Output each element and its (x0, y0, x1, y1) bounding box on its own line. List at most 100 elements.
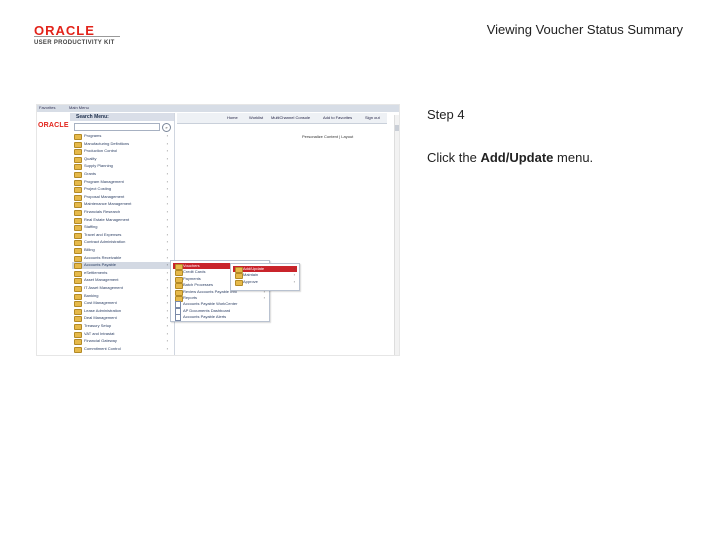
menu-item[interactable]: Programs › (72, 133, 170, 140)
folder-icon (74, 232, 82, 239)
main-menu-panel: Search Menu: » Programs › Manufacturing De… (70, 113, 175, 355)
folder-icon (235, 279, 243, 286)
menu-item-label: Programs (84, 133, 102, 138)
folder-icon (74, 248, 82, 254)
menu-item[interactable]: Commitment Control › (72, 346, 170, 353)
ap-submenu-item-label: Accounts Payable Alerts (183, 314, 227, 320)
ap-submenu-item[interactable]: AP Documents Dashboard (173, 307, 267, 315)
folder-icon (74, 270, 82, 277)
menu-item[interactable]: Manufacturing Definitions › (72, 141, 170, 148)
menu-item[interactable]: eSettlements › (72, 270, 170, 277)
chevron-right-icon: › (166, 300, 168, 306)
chevron-right-icon: › (166, 247, 168, 252)
vouchers-submenu-item[interactable]: Maintain › (233, 272, 297, 280)
search-go-icon[interactable]: » (162, 123, 171, 132)
folder-icon (74, 202, 82, 209)
chevron-right-icon: › (166, 231, 168, 237)
ap-submenu-item-label: Batch Processes (183, 282, 214, 288)
folder-icon (74, 308, 82, 315)
chevron-right-icon: › (293, 266, 295, 271)
menu-item[interactable]: Grants › (72, 171, 170, 178)
nav-add-favorites[interactable]: Add to Favorites (323, 115, 352, 120)
menu-item[interactable]: Maintenance Management › (72, 201, 170, 209)
menu-item-label: Production Control (84, 148, 118, 154)
ap-submenu-item[interactable]: Accounts Payable WorkCenter (173, 301, 267, 309)
scrollbar-thumb[interactable] (395, 125, 399, 131)
chevron-right-icon: › (166, 178, 168, 184)
menu-item[interactable]: VAT and Intrastat › (72, 331, 170, 338)
nav-home[interactable]: Home (227, 115, 238, 120)
folder-icon (74, 263, 82, 270)
nav-multichannel[interactable]: MultiChannel Console (271, 115, 310, 120)
folder-icon (74, 179, 82, 186)
menu-header: Search Menu: (70, 113, 174, 121)
ap-submenu-item[interactable]: Accounts Payable Alerts (173, 314, 267, 322)
chevron-right-icon: › (166, 216, 168, 222)
menu-item-label: Treasury Setup (84, 323, 112, 328)
chevron-right-icon: › (166, 330, 168, 336)
menu-item-label: Billing (84, 247, 95, 252)
folder-icon (74, 240, 82, 247)
menu-item[interactable]: Lease Administration › (72, 308, 170, 315)
folder-icon (74, 210, 82, 216)
menu-item[interactable]: Program Management › (72, 179, 170, 186)
menu-item-label: Lease Administration (84, 307, 122, 313)
logo-divider (34, 36, 120, 37)
ap-submenu-item-label: Credit Cards (183, 269, 206, 275)
menu-item[interactable]: Accounts Receivable › (72, 255, 170, 262)
page-scrollbar[interactable] (394, 115, 399, 355)
menu-item[interactable]: Supply Planning › (72, 163, 170, 171)
chevron-right-icon: › (166, 338, 168, 344)
folder-icon (74, 225, 82, 232)
menu-item-label: Staffing (84, 224, 98, 230)
menu-item[interactable]: Project Costing › (72, 186, 170, 194)
folder-icon (74, 339, 82, 346)
document-icon (175, 314, 181, 322)
nav-sign-out[interactable]: Sign out (365, 115, 380, 120)
menu-item[interactable]: Quality › (72, 156, 170, 163)
menu-item[interactable]: Contract Administration › (72, 239, 170, 247)
menu-item-label: eSettlements (84, 269, 108, 275)
menu-item-label: Financial Gateway (84, 338, 117, 344)
vouchers-submenu-item[interactable]: Approve › (233, 279, 297, 286)
menu-item-label: Grants (84, 171, 97, 176)
menu-item[interactable]: Travel and Expenses › (72, 232, 170, 239)
ap-submenu-item[interactable]: Reports › (173, 295, 267, 302)
menu-item-label: VAT and Intrastat (84, 330, 115, 336)
menu-item-label: Deal Management (84, 315, 117, 321)
menu-item[interactable]: Financial Gateway › (72, 338, 170, 346)
chevron-right-icon: › (293, 272, 295, 278)
menu-item[interactable]: Financials Research › (72, 209, 170, 216)
menu-item[interactable]: Production Control › (72, 148, 170, 156)
personalize-links[interactable]: Personalize Content | Layout (302, 134, 353, 139)
header-nav: Home Worklist MultiChannel Console Add t… (177, 113, 387, 124)
menu-item[interactable]: Staffing › (72, 224, 170, 232)
vouchers-submenu-item-label: Maintain (243, 272, 259, 278)
folder-icon (74, 286, 82, 292)
menu-item[interactable]: Banking › (72, 293, 170, 300)
chevron-right-icon: › (166, 269, 168, 275)
menu-item-label: Cost Management (84, 300, 117, 306)
folder-icon (74, 164, 82, 171)
menu-item[interactable]: Proposal Management › (72, 194, 170, 201)
menu-item[interactable]: IT Asset Management › (72, 285, 170, 292)
tab-main-menu[interactable]: Main Menu (69, 105, 89, 110)
menu-item[interactable]: Real Estate Management › (72, 217, 170, 224)
folder-icon (74, 331, 82, 338)
ap-submenu-item-label: Payments (183, 275, 201, 281)
menu-item-label: Asset Management (84, 277, 119, 283)
tab-favorites[interactable]: Favorites (39, 105, 55, 110)
vouchers-submenu-item[interactable]: Add/Update › (233, 266, 297, 273)
chevron-right-icon: › (166, 201, 168, 207)
menu-item[interactable]: Treasury Setup › (72, 323, 170, 330)
folder-icon (74, 194, 82, 201)
nav-worklist[interactable]: Worklist (249, 115, 263, 120)
chevron-right-icon: › (166, 254, 168, 260)
menu-item[interactable]: Asset Management › (72, 277, 170, 285)
menu-item[interactable]: Accounts Payable › (72, 262, 170, 270)
menu-item[interactable]: Billing › (72, 247, 170, 254)
menu-item[interactable]: Deal Management › (72, 315, 170, 323)
chevron-right-icon: › (166, 285, 168, 290)
menu-item[interactable]: Cost Management › (72, 300, 170, 308)
menu-search-input[interactable] (74, 123, 160, 131)
